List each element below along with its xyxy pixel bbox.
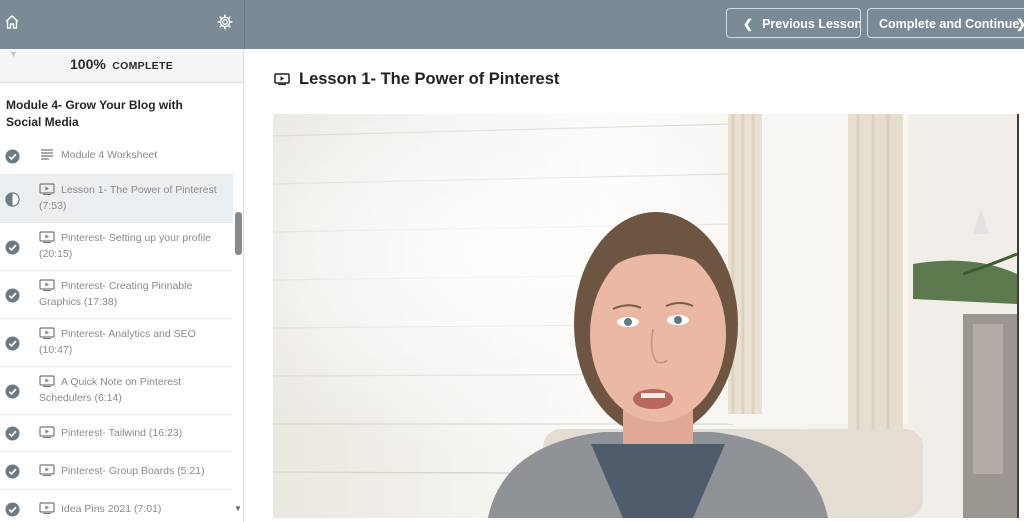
scroll-down-arrow-icon[interactable]: ▼ <box>234 504 242 513</box>
lesson-item[interactable]: Module 4 Worksheet <box>0 137 233 175</box>
module-title: Module 4- Grow Your Blog with Social Med… <box>6 98 183 129</box>
video-frame <box>273 114 1017 518</box>
chevron-left-icon: ❮ <box>743 17 754 31</box>
video-icon <box>39 502 55 514</box>
lesson-list: Module 4 Worksheet Lesson 1- The Power o… <box>0 137 233 522</box>
course-sidebar: ▼ 100% COMPLETE Module 4- Grow Your Blog… <box>0 49 244 522</box>
lesson-text: Pinterest- Group Boards (5:21) <box>39 463 227 479</box>
lesson-item[interactable]: Pinterest- Analytics and SEO (10:47) <box>0 319 233 367</box>
video-icon <box>39 279 55 291</box>
lesson-title: Pinterest- Analytics and SEO (10:47) <box>39 328 196 356</box>
text-lines-icon <box>41 149 53 160</box>
lesson-text: Module 4 Worksheet <box>39 147 227 163</box>
video-player[interactable] <box>273 114 1017 518</box>
top-bar: ❮ Previous Lesson Complete and Continue ❯ <box>0 0 1024 49</box>
lesson-title-heading: Lesson 1- The Power of Pinterest <box>299 70 560 88</box>
lesson-text: Pinterest- Setting up your profile (20:1… <box>39 230 227 262</box>
gear-icon[interactable] <box>217 14 233 30</box>
video-icon <box>39 231 55 243</box>
completed-check-icon <box>5 501 20 517</box>
video-icon <box>39 464 55 476</box>
chevron-right-icon: ❯ <box>1016 9 1024 37</box>
complete-and-continue-label: Complete and Continue <box>879 17 1020 31</box>
lesson-item[interactable]: Pinterest- Tailwind (16:23) <box>0 415 233 452</box>
lesson-title: Pinterest- Setting up your profile (20:1… <box>39 232 211 260</box>
progress-percent: 100% <box>70 56 106 72</box>
sidebar-header <box>0 0 244 49</box>
sidebar-scrollbar-thumb[interactable] <box>235 212 242 255</box>
lesson-item[interactable]: A Quick Note on Pinterest Schedulers (6:… <box>0 367 233 415</box>
lesson-item[interactable]: Pinterest- Setting up your profile (20:1… <box>0 223 233 271</box>
home-icon[interactable] <box>4 14 20 30</box>
lesson-item-active[interactable]: Lesson 1- The Power of Pinterest (7:53) <box>0 175 233 223</box>
lesson-text: Idea Pins 2021 (7:01) <box>39 501 227 517</box>
completed-check-icon <box>5 383 20 399</box>
completed-check-icon <box>5 287 20 303</box>
video-edge <box>1017 114 1019 518</box>
completed-check-icon <box>5 463 20 479</box>
complete-and-continue-button[interactable]: Complete and Continue ❯ <box>867 8 1024 38</box>
lesson-item[interactable]: Pinterest- Group Boards (5:21) <box>0 452 233 490</box>
completed-check-icon <box>5 239 20 255</box>
collapse-caret-icon[interactable]: ▼ <box>9 49 18 59</box>
lesson-title: Pinterest- Tailwind (16:23) <box>61 427 183 439</box>
previous-lesson-label: Previous Lesson <box>762 17 861 31</box>
lesson-text: Lesson 1- The Power of Pinterest (7:53) <box>39 182 227 214</box>
sidebar-scrollbar[interactable] <box>233 49 243 522</box>
progress-label: COMPLETE <box>112 60 173 72</box>
lesson-title: A Quick Note on Pinterest Schedulers (6:… <box>39 376 182 404</box>
lesson-title: Pinterest- Creating Pinnable Graphics (1… <box>39 280 193 308</box>
lesson-title: Pinterest- Group Boards (5:21) <box>61 465 205 477</box>
completed-check-icon <box>5 426 20 441</box>
lesson-text: Pinterest- Creating Pinnable Graphics (1… <box>39 278 227 310</box>
previous-lesson-button[interactable]: ❮ Previous Lesson <box>726 8 861 38</box>
course-progress: ▼ 100% COMPLETE <box>0 49 243 83</box>
video-icon <box>39 183 55 195</box>
lesson-text: A Quick Note on Pinterest Schedulers (6:… <box>39 374 227 406</box>
topbar-divider <box>244 0 245 49</box>
lesson-item[interactable]: Idea Pins 2021 (7:01) <box>0 490 233 522</box>
lesson-heading: Lesson 1- The Power of Pinterest <box>274 70 559 90</box>
in-progress-half-circle-icon <box>5 191 20 207</box>
lesson-text: Pinterest- Analytics and SEO (10:47) <box>39 326 227 358</box>
lesson-title: Idea Pins 2021 (7:01) <box>61 503 162 515</box>
video-icon <box>39 426 55 438</box>
lesson-text: Pinterest- Tailwind (16:23) <box>39 425 227 441</box>
video-icon <box>39 375 55 387</box>
completed-check-icon <box>5 148 20 164</box>
completed-check-icon <box>5 335 20 351</box>
video-icon <box>39 327 55 339</box>
lesson-title: Module 4 Worksheet <box>61 149 158 161</box>
video-icon <box>274 73 290 85</box>
lesson-item[interactable]: Pinterest- Creating Pinnable Graphics (1… <box>0 271 233 319</box>
lesson-title: Lesson 1- The Power of Pinterest (7:53) <box>39 184 217 212</box>
